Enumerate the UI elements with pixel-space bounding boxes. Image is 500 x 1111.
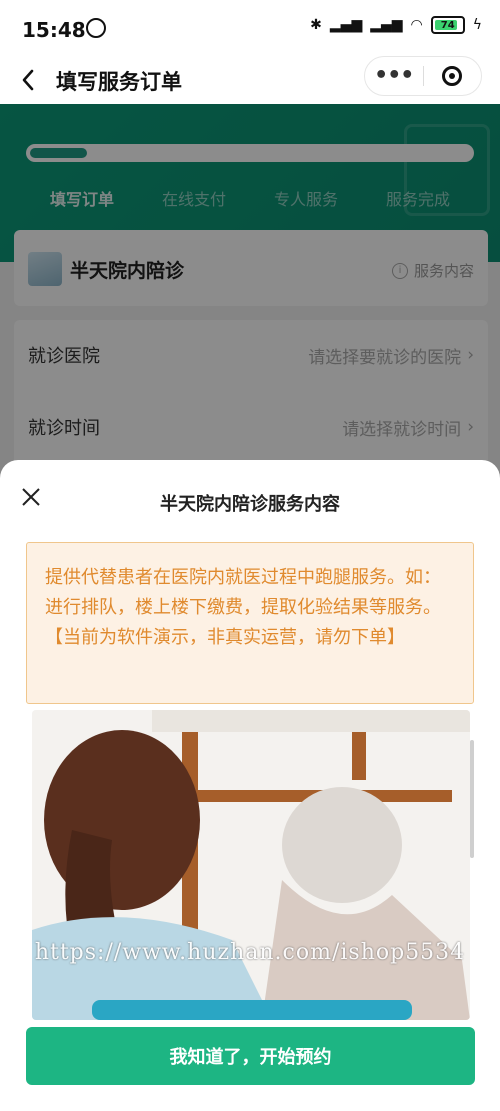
wifi-icon: ◠ bbox=[410, 17, 423, 33]
bluetooth-icon: ✱ bbox=[310, 17, 322, 33]
battery-icon: 74 bbox=[430, 16, 465, 34]
back-arrow-icon[interactable] bbox=[16, 63, 44, 97]
charging-icon: ϟ bbox=[472, 17, 482, 33]
signal-icon-2: ▂▄▆ bbox=[370, 17, 403, 33]
more-dots-icon[interactable]: ••• bbox=[365, 57, 423, 95]
alarm-icon bbox=[86, 18, 106, 38]
confirm-start-booking-button[interactable]: 我知道了，开始预约 bbox=[26, 1027, 475, 1085]
page-title: 填写服务订单 bbox=[56, 70, 182, 94]
mini-program-capsule: ••• bbox=[364, 56, 482, 96]
signal-icon: ▂▄▆ bbox=[329, 17, 363, 33]
status-bar: 15:48 ✱ ▂▄▆ ▂▄▆ ◠ 74 ϟ bbox=[0, 0, 500, 56]
scrollbar[interactable] bbox=[470, 740, 474, 858]
status-icons: ✱ ▂▄▆ ▂▄▆ ◠ 74 ϟ bbox=[310, 16, 482, 34]
caregiver-illustration bbox=[32, 710, 470, 1020]
service-content-sheet: 半天院内陪诊服务内容 提供代替患者在医院内就医过程中跑腿服务。如：进行排队，楼上… bbox=[0, 460, 500, 1111]
service-notice: 提供代替患者在医院内就医过程中跑腿服务。如：进行排队，楼上楼下缴费，提取化验结果… bbox=[26, 542, 474, 704]
capsule-close-icon[interactable] bbox=[424, 57, 482, 95]
sheet-title: 半天院内陪诊服务内容 bbox=[160, 494, 340, 515]
watermark-text: https://www.huzhan.com/ishop5534 bbox=[34, 940, 466, 965]
service-photo bbox=[32, 710, 470, 1020]
nav-bar: 填写服务订单 ••• bbox=[0, 56, 500, 104]
battery-level: 74 bbox=[440, 19, 455, 31]
status-time: 15:48 bbox=[22, 18, 86, 42]
